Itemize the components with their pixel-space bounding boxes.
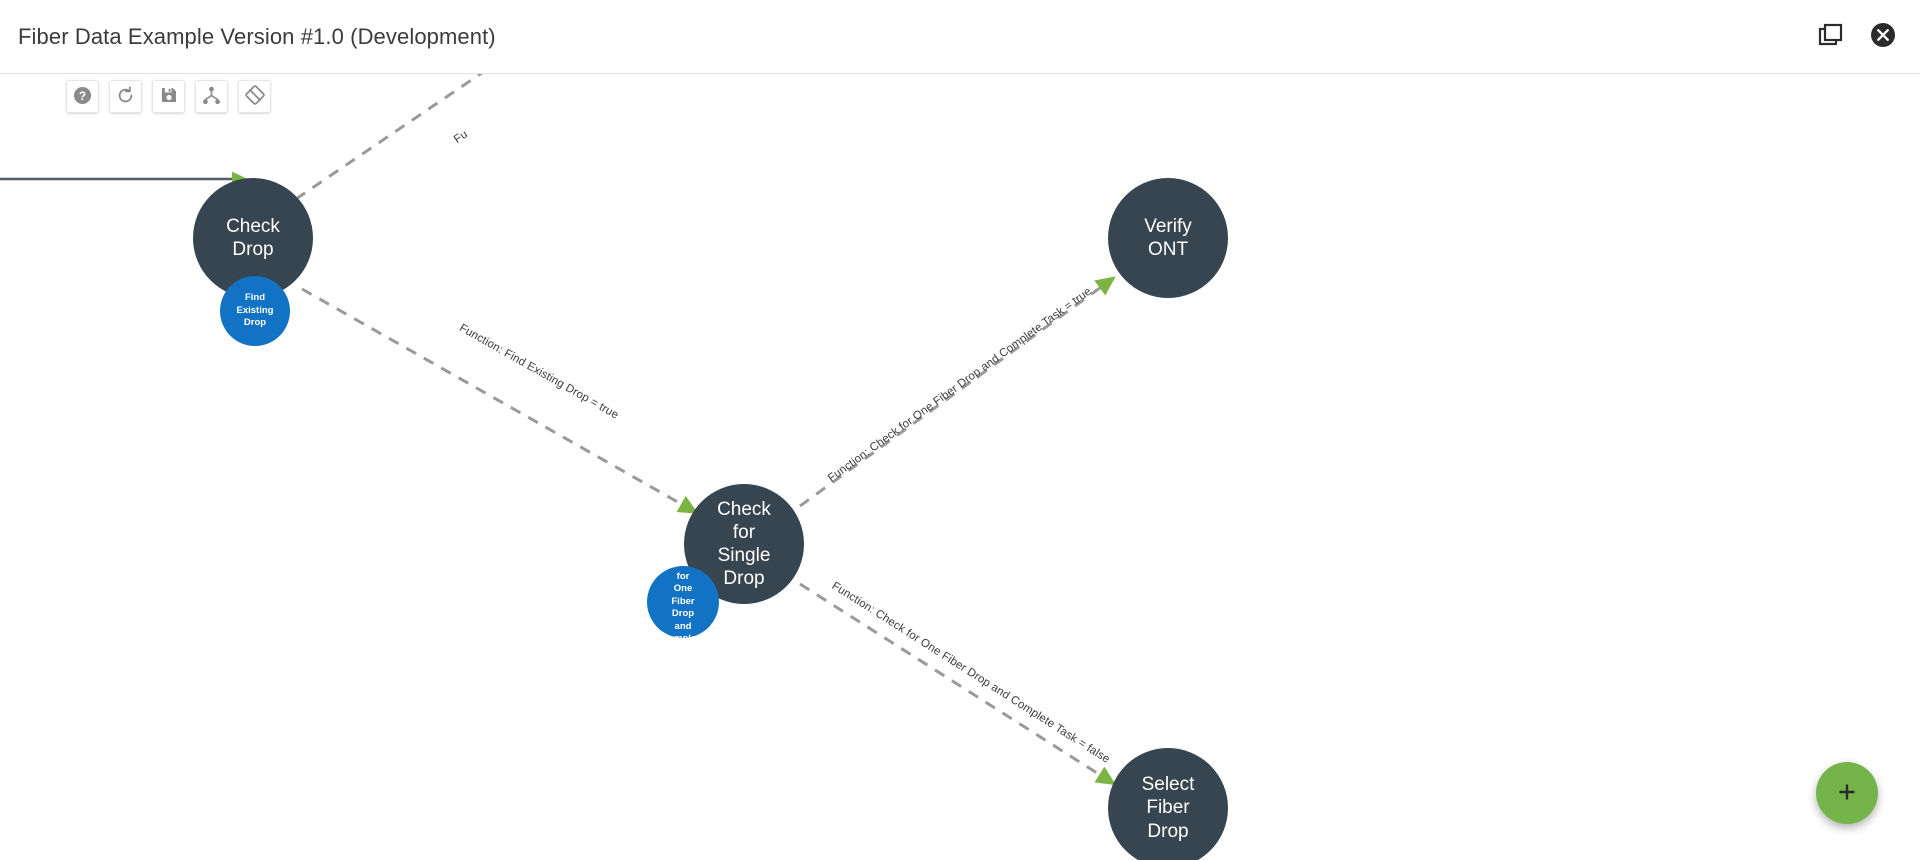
window-controls: [1816, 22, 1898, 52]
edge-one-fiber-true[interactable]: [799, 276, 1116, 508]
hierarchy-button[interactable]: [195, 80, 228, 113]
help-button[interactable]: ?: [66, 80, 99, 113]
add-node-button[interactable]: [1816, 762, 1878, 824]
node-check-one-fiber-label: CheckforOneFiberDropandComplete: [661, 566, 704, 638]
restore-window-button[interactable]: [1816, 22, 1846, 52]
node-select-fiber-drop-label: Select Fiber Drop: [1141, 774, 1195, 842]
node-check-drop-label: Check Drop: [226, 215, 280, 260]
node-select-fiber-drop[interactable]: Select Fiber Drop: [1108, 748, 1228, 860]
close-circle-icon: [1870, 22, 1896, 51]
node-find-existing-drop-label: Find Existing Drop: [236, 292, 274, 329]
node-verify-ont-label: Verify ONT: [1144, 215, 1192, 260]
plus-icon: [1834, 779, 1860, 808]
refresh-icon: [116, 85, 135, 108]
svg-text:?: ?: [79, 88, 86, 102]
restore-window-icon: [1818, 23, 1844, 50]
help-circle-icon: ?: [73, 86, 92, 108]
refresh-button[interactable]: [109, 80, 142, 113]
graph-canvas[interactable]: Fu Function: Find Existing Drop = true F…: [0, 74, 1920, 860]
save-disk-icon: [160, 86, 178, 107]
node-check-single-drop-label: Check for Single Drop: [717, 498, 771, 590]
node-check-one-fiber[interactable]: CheckforOneFiberDropandComplete: [647, 566, 719, 638]
edge-one-fiber-false[interactable]: [799, 582, 1117, 786]
disable-button[interactable]: [238, 80, 271, 113]
edge-check-drop-up[interactable]: [295, 74, 492, 201]
save-button[interactable]: [152, 80, 185, 113]
graph-toolbar: ?: [66, 80, 271, 113]
node-find-existing-drop[interactable]: Find Existing Drop: [220, 276, 290, 346]
edge-find-existing-true[interactable]: [301, 287, 699, 514]
hierarchy-icon: [202, 86, 221, 108]
close-button[interactable]: [1868, 22, 1898, 52]
node-verify-ont[interactable]: Verify ONT: [1108, 178, 1228, 298]
window-titlebar: Fiber Data Example Version #1.0 (Develop…: [0, 0, 1920, 74]
rotated-square-slash-icon: [244, 85, 265, 108]
page-title: Fiber Data Example Version #1.0 (Develop…: [18, 23, 496, 49]
